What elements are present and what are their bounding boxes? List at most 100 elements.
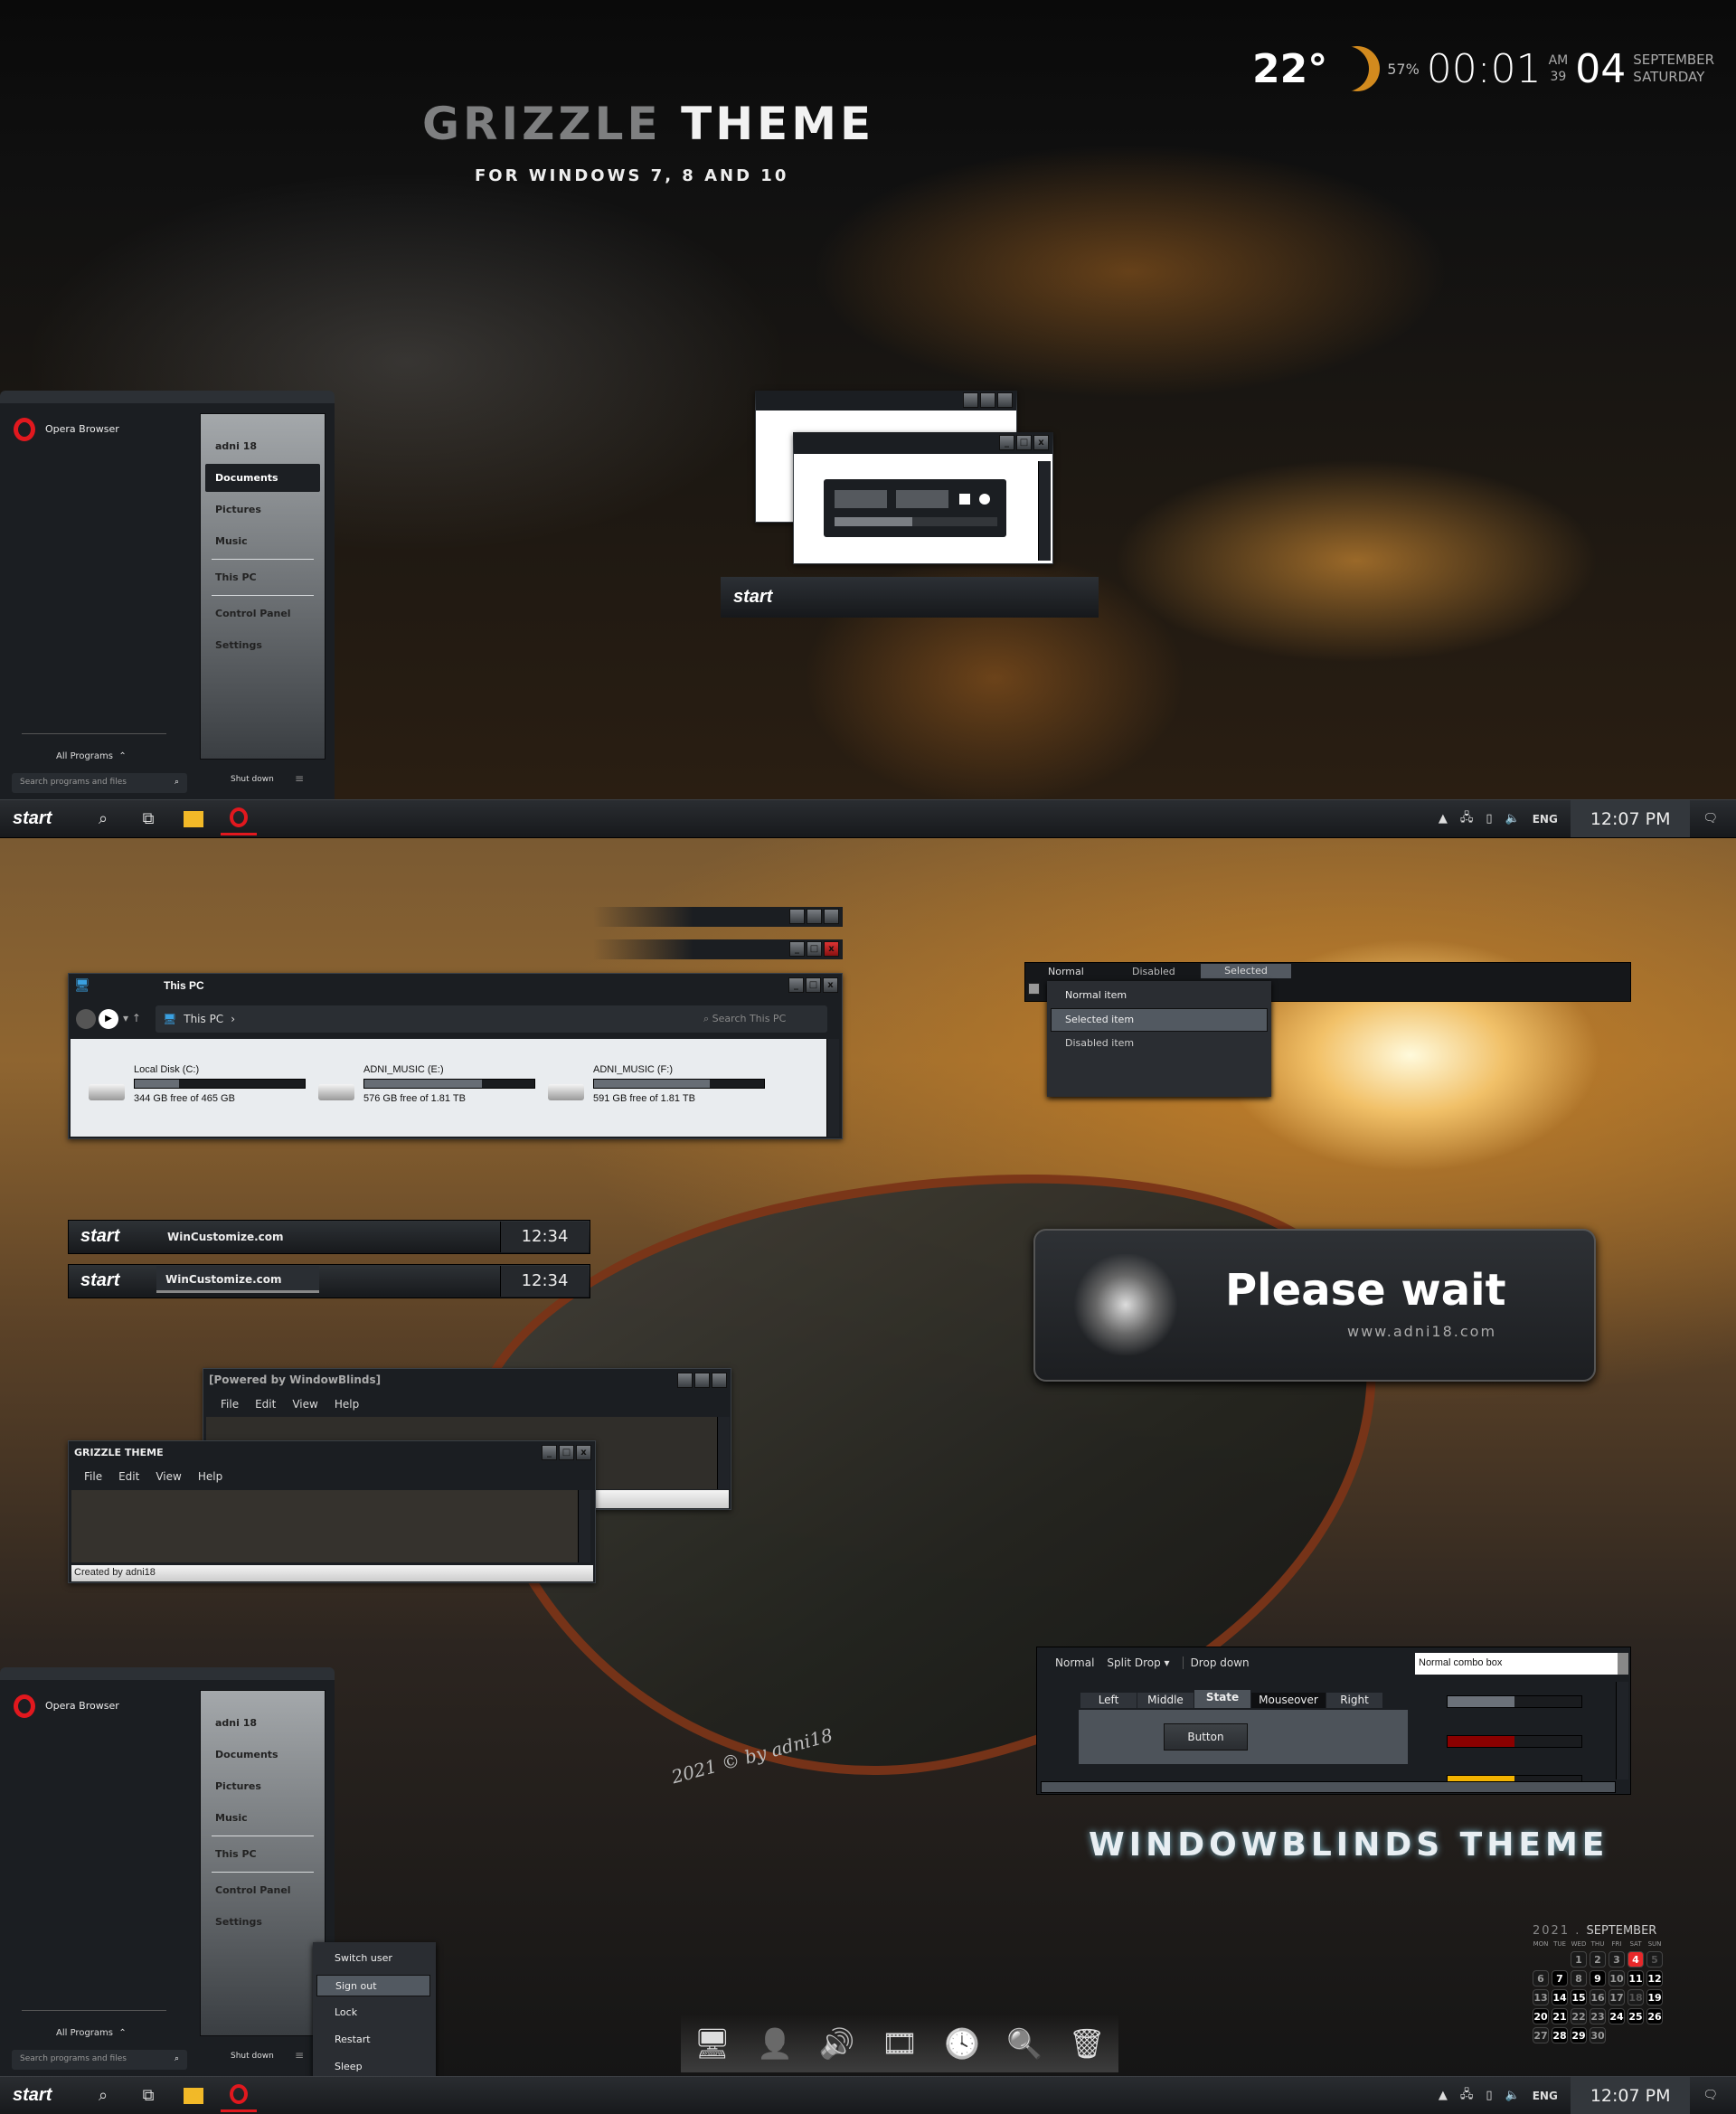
start-button[interactable]: start (80, 1270, 144, 1291)
minimize-button[interactable]: _ (788, 977, 804, 993)
menu-view[interactable]: View (156, 1470, 181, 1483)
calendar-day[interactable]: 2 (1590, 1951, 1606, 1968)
notifications-icon[interactable]: 🗨 (1703, 812, 1718, 826)
calendar-day[interactable]: 25 (1628, 2008, 1644, 2024)
usb-icon[interactable]: ▯ (1486, 2089, 1492, 2102)
minimize-button[interactable] (963, 392, 978, 408)
calendar-day[interactable]: 10 (1609, 1970, 1625, 1987)
start-item-documents[interactable]: Documents (205, 1741, 320, 1769)
calendar-day[interactable]: 9 (1590, 1970, 1606, 1987)
combo-arrow-icon[interactable] (1618, 1653, 1628, 1675)
calendar-day[interactable]: 18 (1628, 1989, 1644, 2005)
trash-icon[interactable]: 🗑 (1069, 2026, 1106, 2061)
network-icon[interactable]: 🖧 (1460, 2086, 1474, 2106)
tab-mouseover[interactable]: Mouseover (1251, 1693, 1326, 1708)
close-button[interactable]: x (576, 1445, 591, 1460)
calendar-day[interactable]: 19 (1646, 1989, 1663, 2005)
calendar-day[interactable]: 16 (1590, 1989, 1606, 2005)
demo-button[interactable]: Button (1164, 1723, 1248, 1751)
show-hidden-icons-icon[interactable]: ▲ (1439, 2089, 1448, 2102)
mini-radio[interactable] (979, 494, 990, 505)
opera-icon[interactable] (221, 2080, 257, 2112)
menu-help[interactable]: Help (198, 1470, 222, 1483)
search-icon[interactable]: ⌕ (85, 803, 121, 835)
calendar-day[interactable]: 28 (1552, 2027, 1568, 2043)
taskbar-app-button[interactable]: WinCustomize.com (156, 1266, 319, 1293)
minimize-button[interactable]: _ (542, 1445, 557, 1460)
shutdown-button[interactable]: Shut down (231, 2052, 274, 2061)
tab-left[interactable]: Left (1080, 1693, 1137, 1708)
calendar-day[interactable]: 3 (1609, 1951, 1625, 1968)
start-button[interactable]: start (13, 808, 76, 829)
minimize-button[interactable]: _ (999, 435, 1014, 450)
menu-file[interactable]: File (84, 1470, 102, 1483)
maximize-button[interactable]: □ (559, 1445, 574, 1460)
maximize-button[interactable]: □ (807, 941, 822, 957)
calendar-day[interactable]: 17 (1609, 1989, 1625, 2005)
mini-start-button[interactable]: start (733, 587, 797, 608)
scrollbar[interactable] (826, 1039, 839, 1137)
maximize-button[interactable] (980, 392, 995, 408)
search-input[interactable]: ⌕ Search This PC (694, 1005, 827, 1033)
menu-view[interactable]: View (292, 1398, 317, 1411)
drive-item[interactable]: ADNI_MUSIC (F:) 591 GB free of 1.81 TB (548, 1064, 765, 1118)
calendar-day[interactable]: 23 (1590, 2008, 1606, 2024)
usb-icon[interactable]: ▯ (1486, 812, 1492, 826)
language-indicator[interactable]: ENG (1533, 813, 1558, 826)
volume-icon[interactable]: 🔈 (1505, 812, 1520, 826)
opera-icon[interactable] (221, 803, 257, 835)
power-item-lock[interactable]: Lock (313, 2002, 436, 2024)
close-button[interactable] (997, 392, 1013, 408)
speaker-icon[interactable]: 🔊 (819, 2026, 855, 2061)
combo-box[interactable]: Normal combo box (1415, 1653, 1618, 1675)
menu-selected[interactable]: Selected (1201, 964, 1291, 978)
all-programs-button[interactable]: All Programs ⌃ (56, 2028, 127, 2038)
menu-file[interactable]: File (221, 1398, 239, 1411)
toolbar-dropdown-button[interactable]: Drop down (1182, 1656, 1250, 1669)
computer-icon[interactable]: 🖥 (693, 2026, 731, 2061)
all-programs-button[interactable]: All Programs ⌃ (56, 751, 127, 761)
start-item-pictures[interactable]: Pictures (205, 1772, 320, 1800)
start-item-music[interactable]: Music (205, 527, 320, 555)
calendar-day[interactable]: 30 (1590, 2027, 1606, 2043)
minimize-button[interactable]: _ (789, 941, 805, 957)
shutdown-options-icon[interactable]: ≡ (295, 772, 304, 785)
back-button[interactable] (76, 1009, 96, 1029)
maximize-button[interactable] (807, 909, 822, 924)
close-button[interactable]: x (1033, 435, 1049, 450)
calendar-day[interactable]: 11 (1628, 1970, 1644, 1987)
calendar-day[interactable]: 29 (1571, 2027, 1587, 2043)
drive-item[interactable]: Local Disk (C:) 344 GB free of 465 GB (89, 1064, 306, 1118)
breadcrumb[interactable]: This PC (184, 1013, 223, 1025)
maximize-button[interactable] (694, 1373, 710, 1388)
close-button[interactable] (824, 909, 839, 924)
calendar-day[interactable]: 14 (1552, 1989, 1568, 2005)
user-icon[interactable]: 👤 (757, 2026, 793, 2061)
file-explorer-icon[interactable] (175, 803, 212, 835)
scrollbar[interactable] (1038, 461, 1051, 561)
start-item-control-panel[interactable]: Control Panel (205, 599, 320, 628)
menu-item-normal[interactable]: Normal item (1065, 989, 1127, 1001)
tab-middle[interactable]: Middle (1137, 1693, 1194, 1708)
user-name[interactable]: adni 18 (205, 432, 320, 460)
clock-icon[interactable]: 🕓 (944, 2026, 980, 2061)
power-item-restart[interactable]: Restart (313, 2029, 436, 2051)
pinned-opera-browser[interactable]: Opera Browser (45, 1700, 119, 1712)
minimize-button[interactable] (677, 1373, 693, 1388)
calendar-day[interactable]: 4 (1628, 1951, 1644, 1968)
toolbar-normal-button[interactable]: Normal (1055, 1656, 1094, 1669)
close-button[interactable] (712, 1373, 727, 1388)
calendar-day[interactable]: 13 (1533, 1989, 1549, 2005)
tab-right[interactable]: Right (1326, 1693, 1382, 1708)
drive-item[interactable]: ADNI_MUSIC (E:) 576 GB free of 1.81 TB (318, 1064, 535, 1118)
start-item-control-panel[interactable]: Control Panel (205, 1876, 320, 1904)
pinned-opera-browser[interactable]: Opera Browser (45, 423, 119, 435)
horizontal-scrollbar[interactable] (1041, 1781, 1616, 1793)
start-item-this-pc[interactable]: This PC (205, 563, 320, 591)
split-drop-button[interactable]: Split Drop ▾ (1107, 1656, 1169, 1669)
show-hidden-icons-icon[interactable]: ▲ (1439, 812, 1448, 826)
forward-button[interactable]: ▶ (99, 1009, 118, 1029)
scrollbar[interactable] (578, 1490, 590, 1562)
notifications-icon[interactable]: 🗨 (1703, 2089, 1718, 2102)
close-button[interactable]: x (823, 977, 838, 993)
